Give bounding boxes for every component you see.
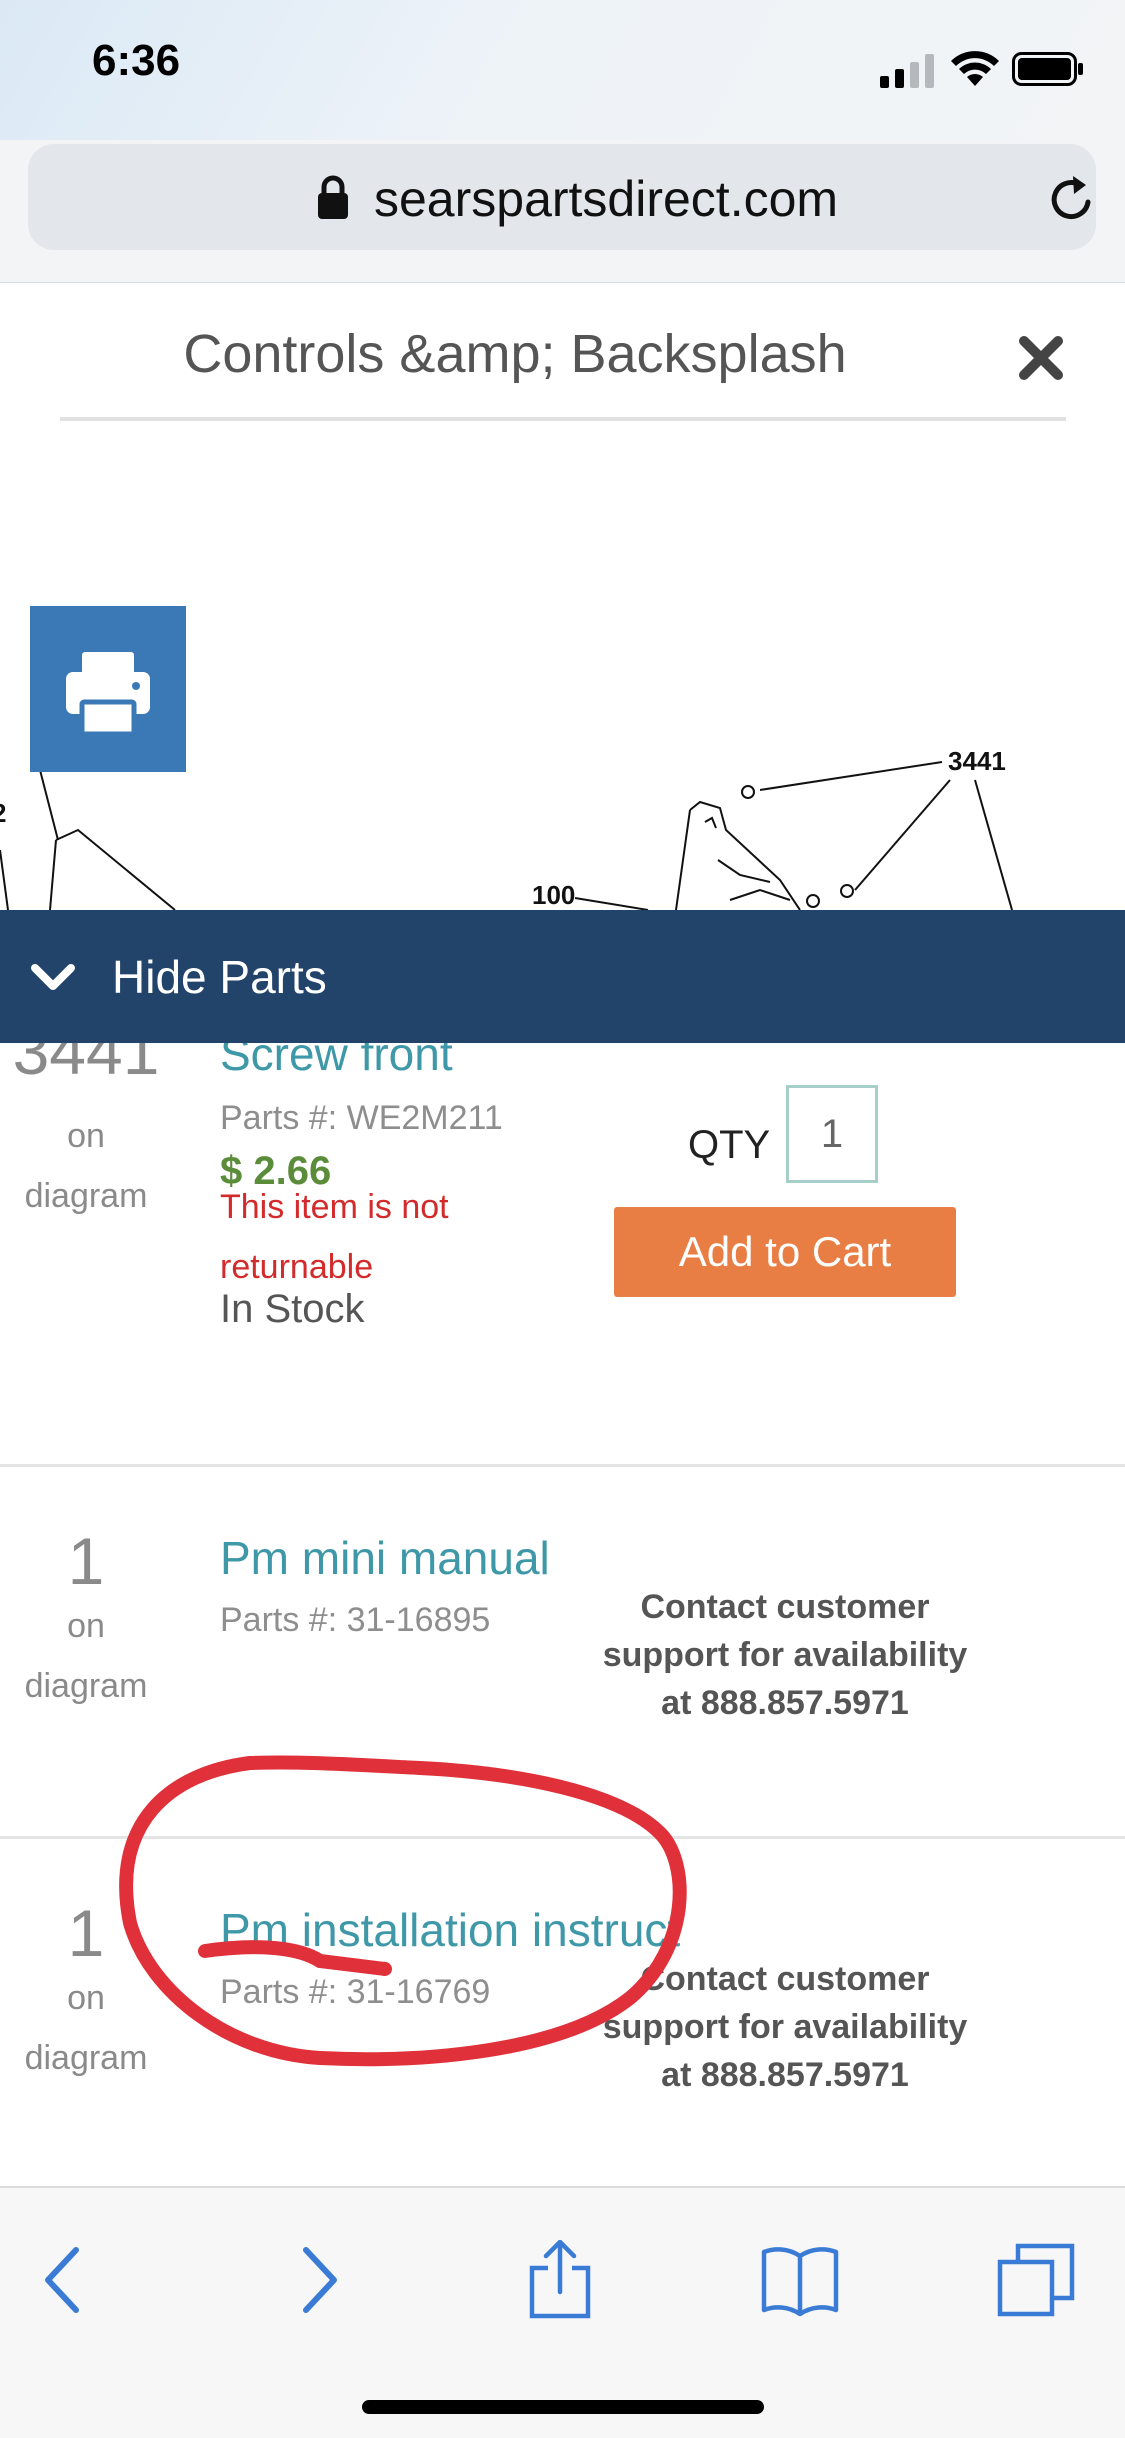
- reload-icon[interactable]: [1044, 172, 1100, 228]
- add-to-cart-button[interactable]: Add to Cart: [614, 1207, 956, 1297]
- part-row: 3441 on diagram Screw front Parts #: WE2…: [0, 1043, 1125, 1473]
- status-bar: 6:36: [0, 0, 1125, 140]
- diagram-label-3441: 3441: [948, 746, 1006, 776]
- contact-line: support for availability: [602, 1636, 968, 1674]
- part-number: Parts #: 31-16895: [220, 1601, 491, 1639]
- back-icon[interactable]: [26, 2240, 106, 2320]
- hide-parts-toggle[interactable]: Hide Parts: [0, 910, 1125, 1043]
- diagram-label-2: 2: [0, 798, 6, 828]
- chevron-down-icon: [31, 964, 75, 990]
- browser-toolbar: [0, 2186, 1125, 2438]
- url-text: searspartsdirect.com: [374, 171, 839, 227]
- contact-support-text: Contact customer support for availabilit…: [590, 1955, 980, 2099]
- parts-list: 3441 on diagram Screw front Parts #: WE2…: [0, 1043, 1125, 2186]
- tabs-icon[interactable]: [996, 2240, 1076, 2320]
- part-number: Parts #: WE2M211: [220, 1099, 503, 1137]
- diagram-on-label: on: [67, 1979, 105, 2017]
- printer-icon: [66, 652, 150, 737]
- battery-icon: [1012, 52, 1083, 86]
- contact-line: support for availability: [602, 2008, 968, 2046]
- diagram-number: 1: [67, 1896, 105, 1970]
- diagram-label-100: 100: [532, 880, 575, 910]
- diagram-label: diagram: [24, 1667, 148, 1705]
- stock-status: In Stock: [220, 1287, 365, 1331]
- contact-support-text: Contact customer support for availabilit…: [590, 1583, 980, 1727]
- home-indicator: [362, 2400, 764, 2414]
- print-button[interactable]: [30, 606, 186, 772]
- part-row: 1 on diagram Pm mini manual Parts #: 31-…: [0, 1467, 1125, 1827]
- diagram-on-label: on: [67, 1117, 105, 1155]
- url-field[interactable]: searspartsdirect.com: [28, 144, 1096, 250]
- header-divider: [60, 417, 1066, 421]
- contact-line: at 888.857.5971: [661, 2056, 909, 2094]
- diagram-label: diagram: [24, 1177, 148, 1215]
- part-name-link[interactable]: Pm installation instruct: [220, 1903, 680, 1957]
- contact-line: at 888.857.5971: [661, 1684, 909, 1722]
- wifi-icon: [951, 51, 999, 86]
- diagram-number: 1: [67, 1524, 105, 1598]
- contact-line: Contact customer: [640, 1960, 930, 1998]
- status-time: 6:36: [92, 36, 181, 85]
- diagram-label: diagram: [24, 2039, 148, 2077]
- part-row: 1 on diagram Pm installation instruct Pa…: [0, 1839, 1125, 2186]
- bookmarks-icon[interactable]: [760, 2240, 840, 2320]
- part-name-link[interactable]: Screw front: [220, 1043, 453, 1081]
- lock-icon: [318, 175, 348, 219]
- dialog-title: Controls &amp; Backsplash: [183, 324, 847, 384]
- dialog-header: Controls &amp; Backsplash: [0, 283, 1125, 425]
- diagram-number: 3441: [12, 1043, 160, 1088]
- contact-line: Contact customer: [640, 1588, 930, 1626]
- returnable-notice: This item is not returnable: [220, 1188, 449, 1286]
- part-number: Parts #: 31-16769: [220, 1973, 491, 2011]
- forward-icon[interactable]: [276, 2240, 356, 2320]
- hide-parts-label: Hide Parts: [112, 951, 327, 1003]
- diagram-on-label: on: [67, 1607, 105, 1645]
- cellular-signal-icon: [880, 54, 934, 88]
- share-icon[interactable]: [520, 2240, 600, 2320]
- close-icon[interactable]: [1018, 335, 1064, 381]
- browser-address-bar: searspartsdirect.com: [0, 140, 1125, 283]
- quantity-input[interactable]: [786, 1085, 878, 1183]
- qty-label: QTY: [688, 1123, 771, 1167]
- parts-diagram[interactable]: 3441 100 2: [0, 430, 1125, 910]
- part-name-link[interactable]: Pm mini manual: [220, 1531, 550, 1585]
